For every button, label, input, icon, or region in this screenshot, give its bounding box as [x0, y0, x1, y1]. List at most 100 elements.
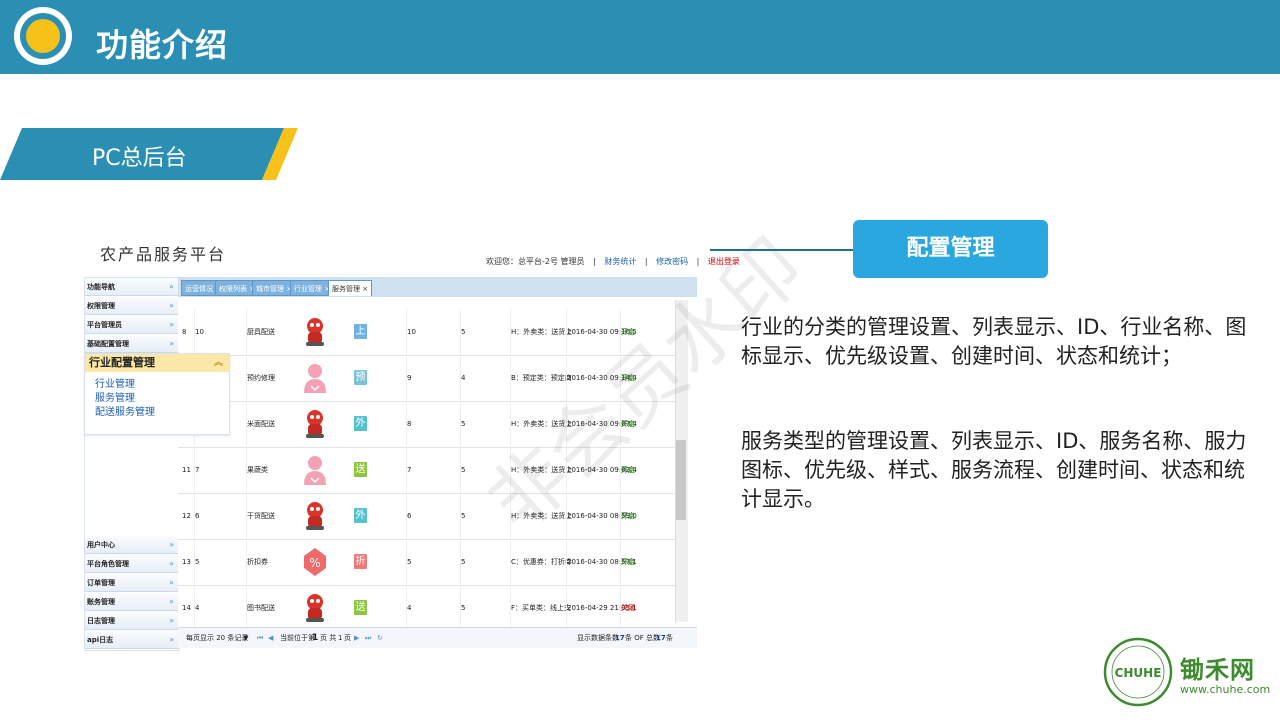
sidebar-item-accounts[interactable]: 账务管理 » — [85, 593, 179, 611]
close-icon[interactable]: × — [362, 285, 368, 293]
sidebar-item-user-center[interactable]: 用户中心 » — [85, 536, 179, 554]
section-label: PC总后台 — [92, 146, 187, 171]
finance-link[interactable]: 财务统计 — [604, 257, 636, 266]
row-id: 6 — [194, 493, 199, 539]
sidebar-item-nav[interactable]: 功能导航 « — [85, 278, 179, 296]
pagination-bar: 每页显示 20 条记录 ▼ ⏮ ◀ 当前位于第 1 页 共 1 页 ▶ ⏭ ↻ … — [178, 627, 697, 648]
total-count: 17 — [656, 634, 666, 642]
sidebar-item-admins[interactable]: 平台管理员 » — [85, 316, 179, 334]
row-style: 5 — [460, 493, 465, 539]
row-name: 干货配送 — [246, 493, 275, 539]
top-links: 欢迎您：总平台-2号 管理员 | 财务统计 | 修改密码 | 退出登录 — [486, 256, 746, 267]
link-separator: | — [644, 257, 648, 266]
app-sidebar: 功能导航 « 权限管理 » 平台管理员 » 基础配置管理 » 用户中心 » 平台角色管理 »… — [84, 277, 180, 651]
row-style: 5 — [460, 401, 465, 447]
collapse-icon[interactable]: « — [169, 278, 174, 296]
chevron-down-icon: » — [169, 320, 174, 329]
row-flow: H：外卖类：送货上 — [510, 309, 572, 355]
service-badge: 上 — [354, 324, 367, 339]
tab-label: 行业管理 — [294, 285, 322, 293]
page-end-label: 页 — [344, 634, 351, 642]
row-status[interactable]: 开启 — [620, 447, 635, 493]
row-number: 8 — [182, 328, 187, 336]
chevron-down-icon: » — [169, 339, 174, 348]
menu-item-service-management[interactable]: 服务管理 — [95, 389, 135, 404]
per-page-dropdown-icon[interactable]: ▼ — [243, 628, 248, 648]
table-row[interactable]: 预约修理预 9 4 B：预定类：预定商 2016-04-30 09:14:4 开启 — [178, 355, 675, 402]
link-separator: | — [696, 257, 700, 266]
row-id: 5 — [194, 539, 199, 585]
service-table: 8 10 厨具配送上 10 5 H：外卖类：送货上 2016-04-30 09:16:5 开启… — [178, 297, 697, 627]
page-title: 功能介绍 — [96, 26, 229, 64]
chevron-down-icon: » — [169, 635, 174, 644]
tab-services[interactable]: 服务管理 × — [328, 280, 373, 296]
row-status[interactable]: 开启 — [620, 309, 635, 355]
tab-label: 城市管理 — [256, 285, 284, 293]
table-row[interactable]: 11 7 果蔬类送 7 5 H：外卖类：送货上 2016-04-30 09:02:4 开启 — [178, 447, 675, 494]
sidebar-item-api-logs[interactable]: api日志 » — [85, 631, 179, 649]
service-badge: 送 — [354, 600, 367, 615]
service-badge: 外 — [354, 416, 367, 431]
row-name: 折扣券 — [246, 539, 268, 585]
row-flow: F：买单类：线上支 — [510, 585, 571, 627]
logout-link[interactable]: 退出登录 — [708, 257, 740, 266]
logo-text: CHUHE — [1115, 666, 1162, 680]
sidebar-item-label: 平台角色管理 — [87, 560, 129, 568]
mascot-icon — [302, 408, 328, 440]
sidebar-item-permissions[interactable]: 权限管理 » — [85, 297, 179, 315]
row-priority: 8 — [406, 401, 411, 447]
row-number: 12 — [182, 512, 191, 520]
sidebar-item-logs[interactable]: 日志管理 » — [85, 612, 179, 630]
row-priority: 6 — [406, 493, 411, 539]
prev-page-icon[interactable]: ◀ — [268, 628, 273, 648]
sidebar-item-label: 订单管理 — [87, 579, 115, 587]
row-name: 米面配送 — [246, 401, 275, 447]
link-separator: | — [593, 257, 596, 266]
sidebar-item-base-config[interactable]: 基础配置管理 » — [85, 335, 179, 353]
table-row[interactable]: 14 4 图书配送送 4 5 F：买单类：线上支 2016-04-29 21:05:1 关闭 — [178, 585, 675, 627]
config-management-button[interactable]: 配置管理 — [853, 220, 1048, 278]
current-page-number[interactable]: 1 — [312, 628, 318, 648]
brand-name: 锄禾网 — [1180, 656, 1255, 684]
row-name: 预约修理 — [246, 355, 275, 401]
scrollbar-thumb[interactable] — [676, 440, 686, 520]
row-priority: 10 — [406, 309, 416, 355]
tabs-bar: 运营情况 × 权限列表 × 城市管理 × 行业管理 × 服务管理 × — [178, 277, 697, 298]
next-page-icon[interactable]: ▶ — [354, 628, 359, 648]
brand-url: www.chuhe.com — [1180, 683, 1271, 696]
row-status[interactable]: 开启 — [620, 539, 635, 585]
row-style: 5 — [460, 585, 465, 627]
row-status[interactable]: 关闭 — [620, 585, 635, 627]
sidebar-item-orders[interactable]: 订单管理 » — [85, 574, 179, 592]
change-password-link[interactable]: 修改密码 — [656, 257, 688, 266]
mascot-icon — [302, 316, 328, 348]
first-page-icon[interactable]: ⏮ — [257, 628, 263, 648]
description-industry: 行业的分类的管理设置、列表显示、ID、行业名称、图标显示、优先级设置、创建时间、… — [741, 315, 1247, 368]
welcome-text: 欢迎您：总平台-2号 管理员 — [486, 257, 585, 266]
menu-item-industry-management[interactable]: 行业管理 — [95, 375, 135, 390]
table-row[interactable]: 12 6 干货配送外 6 5 H：外卖类：送货上 2016-04-30 08:59:0 开启 — [178, 493, 675, 540]
row-status[interactable]: 开启 — [620, 493, 635, 539]
table-row[interactable]: 13 5 折扣券% 折 5 5 C：优惠券：打折券 2016-04-30 08:57:1 开启 — [178, 539, 675, 586]
sun-logo-core — [26, 19, 60, 53]
table-row[interactable]: 米面配送外 8 5 H：外卖类：送货上 2016-04-30 09:07:4 开启 — [178, 401, 675, 448]
chevron-down-icon: » — [169, 616, 174, 625]
row-status[interactable]: 开启 — [620, 355, 635, 401]
connector-line — [710, 249, 854, 251]
refresh-icon[interactable]: ↻ — [377, 628, 383, 648]
table-row[interactable]: 8 10 厨具配送上 10 5 H：外卖类：送货上 2016-04-30 09:16:5 开启 — [178, 309, 675, 356]
chevron-down-icon: » — [169, 540, 174, 549]
menu-item-delivery-service[interactable]: 配送服务管理 — [95, 403, 155, 418]
tab-label: 权限列表 — [219, 285, 247, 293]
row-status[interactable]: 开启 — [620, 401, 635, 447]
row-name: 厨具配送 — [246, 309, 275, 355]
row-id: 10 — [194, 309, 204, 355]
chevron-up-icon[interactable]: ︽ — [214, 354, 223, 372]
mascot-icon — [302, 500, 328, 532]
sidebar-item-roles[interactable]: 平台角色管理 » — [85, 555, 179, 573]
sidebar-expanded-industry-config: 行业配置管理 ︽ 行业管理 服务管理 配送服务管理 — [84, 353, 230, 435]
person-icon — [302, 362, 328, 394]
expanded-menu-header[interactable]: 行业配置管理 ︽ — [85, 354, 229, 372]
service-badge: 送 — [354, 462, 367, 477]
last-page-icon[interactable]: ⏭ — [365, 628, 371, 648]
